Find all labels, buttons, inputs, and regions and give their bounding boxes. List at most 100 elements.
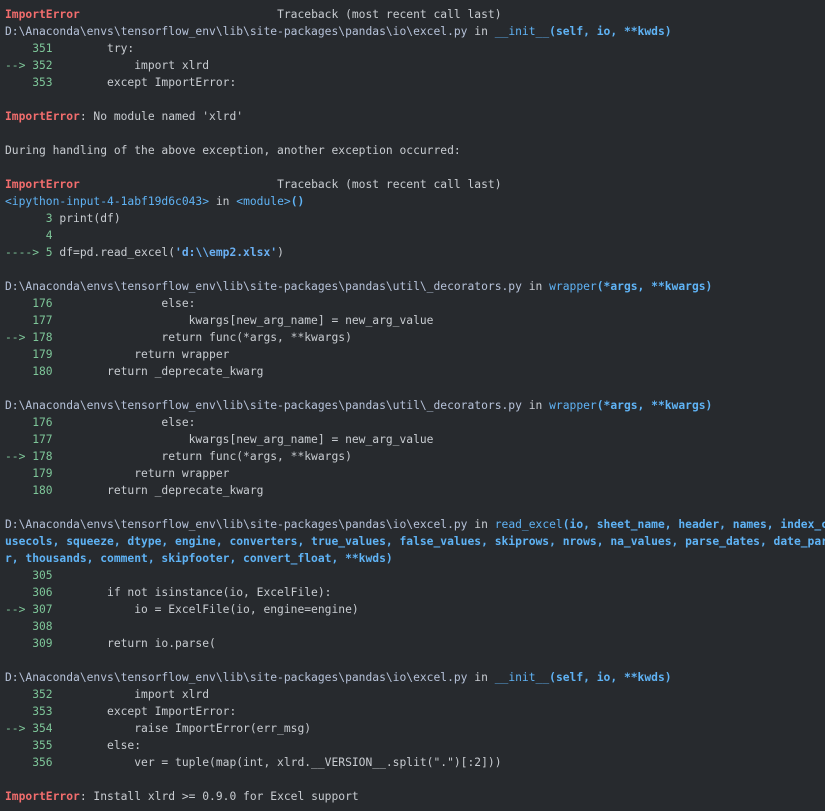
file-path: D:\Anaconda\envs\tensorflow_env\lib\site… — [5, 518, 468, 531]
file-path: D:\Anaconda\envs\tensorflow_env\lib\site… — [5, 671, 468, 684]
code-line: 309 return io.parse( — [0, 635, 825, 652]
file-path: D:\Anaconda\envs\tensorflow_env\lib\site… — [5, 280, 522, 293]
function-args-continued: usecols, squeeze, dtype, engine, convert… — [5, 535, 825, 548]
code-text: kwargs[new_arg_name] = new_arg_value — [52, 433, 434, 446]
line-number: 180 — [5, 365, 53, 378]
code-text: raise ImportError(err_msg) — [52, 722, 312, 735]
line-number: 305 — [5, 569, 53, 582]
code-line: 308 — [0, 618, 825, 635]
function-args-continued: r, thousands, comment, skipfooter, conve… — [5, 552, 393, 565]
frame-location: D:\Anaconda\envs\tensorflow_env\lib\site… — [0, 516, 825, 533]
code-line: 351 try: — [0, 40, 825, 57]
frame-location: <ipython-input-4-1abf19d6c043> in <modul… — [5, 195, 305, 208]
line-number: 3 — [5, 212, 53, 225]
code-text: except ImportError: — [52, 76, 237, 89]
code-line: 177 kwargs[new_arg_name] = new_arg_value — [0, 431, 825, 448]
code-text: print(df) — [52, 212, 121, 225]
line-number: 176 — [5, 297, 53, 310]
line-number: 180 — [5, 484, 53, 497]
traceback-header: ImportError Traceback (most recent call … — [0, 176, 825, 193]
code-text: return _deprecate_kwarg — [52, 365, 264, 378]
line-number: --> 178 — [5, 450, 53, 463]
code-line: 3 print(df) — [0, 210, 825, 227]
code-text: return wrapper — [52, 467, 230, 480]
line-number: 309 — [5, 637, 53, 650]
line-number: --> 178 — [5, 331, 53, 344]
function-args: (self, io, **kwds) — [549, 25, 672, 38]
code-line: 352 import xlrd — [0, 686, 825, 703]
frame-location: D:\Anaconda\envs\tensorflow_env\lib\site… — [5, 399, 713, 412]
during-handling-message: During handling of the above exception, … — [5, 144, 461, 157]
code-text: return wrapper — [52, 348, 230, 361]
code-text: return func(*args, **kwargs) — [52, 331, 352, 344]
code-line-current: --> 354 raise ImportError(err_msg) — [0, 720, 825, 737]
function-name: wrapper — [549, 399, 597, 412]
line-number: 306 — [5, 586, 53, 599]
code-line-current: --> 352 import xlrd — [0, 57, 825, 74]
code-line: 353 except ImportError: — [0, 74, 825, 91]
code-line: 180 return _deprecate_kwarg — [0, 482, 825, 499]
function-args: (self, io, **kwds) — [549, 671, 672, 684]
line-number: 177 — [5, 314, 53, 327]
frame-location: D:\Anaconda\envs\tensorflow_env\lib\site… — [5, 671, 672, 684]
code-line-current: --> 178 return func(*args, **kwargs) — [0, 329, 825, 346]
code-text: import xlrd — [52, 688, 210, 701]
line-number: 352 — [5, 688, 53, 701]
line-number: 4 — [5, 229, 53, 242]
final-error-message: ImportError: Install xlrd >= 0.9.0 for E… — [0, 788, 825, 805]
code-line: 179 return wrapper — [0, 465, 825, 482]
function-name: wrapper — [549, 280, 597, 293]
code-line: 353 except ImportError: — [0, 703, 825, 720]
code-line: 306 if not isinstance(io, ExcelFile): — [0, 584, 825, 601]
traceback-header: ImportError Traceback (most recent call … — [0, 6, 825, 23]
line-number: 179 — [5, 467, 53, 480]
function-name: read_excel — [494, 518, 563, 531]
function-args: (*args, **kwargs) — [596, 280, 713, 293]
file-path: D:\Anaconda\envs\tensorflow_env\lib\site… — [5, 399, 522, 412]
error-message: ImportError: No module named 'xlrd' — [0, 108, 825, 125]
line-number: 353 — [5, 76, 53, 89]
code-text: if not isinstance(io, ExcelFile): — [52, 586, 332, 599]
code-text: return io.parse( — [52, 637, 216, 650]
code-line: 179 return wrapper — [0, 346, 825, 363]
code-line-current: ----> 5 df=pd.read_excel('d:\\emp2.xlsx'… — [5, 246, 284, 259]
error-name: ImportError — [5, 790, 80, 803]
traceback-label: Traceback (most recent call last) — [79, 178, 502, 191]
function-name: <module> — [236, 195, 291, 208]
function-name: __init__ — [494, 25, 550, 38]
error-name: ImportError — [5, 178, 80, 191]
file-path: <ipython-input-4-1abf19d6c043> — [5, 195, 210, 208]
line-number: 355 — [5, 739, 53, 752]
code-text: except ImportError: — [52, 705, 237, 718]
error-name: ImportError — [5, 8, 80, 21]
code-line: 355 else: — [0, 737, 825, 754]
code-text: import xlrd — [52, 59, 210, 72]
frame-location: D:\Anaconda\envs\tensorflow_env\lib\site… — [5, 280, 713, 293]
code-line: 177 kwargs[new_arg_name] = new_arg_value — [0, 312, 825, 329]
line-number: 177 — [5, 433, 53, 446]
line-number: --> 354 — [5, 722, 53, 735]
code-line-current: --> 178 return func(*args, **kwargs) — [0, 448, 825, 465]
code-text: try: — [52, 42, 135, 55]
function-args: () — [290, 195, 305, 208]
line-number: 351 — [5, 42, 53, 55]
code-text: df=pd.read_excel( — [52, 246, 176, 259]
error-name: ImportError — [5, 110, 80, 123]
file-path: D:\Anaconda\envs\tensorflow_env\lib\site… — [5, 25, 468, 38]
function-args: (io, sheet_name, header, names, index_co… — [562, 518, 825, 531]
line-number: 176 — [5, 416, 53, 429]
function-name: __init__ — [494, 671, 550, 684]
line-number: ----> 5 — [5, 246, 53, 259]
code-line: 356 ver = tuple(map(int, xlrd.__VERSION_… — [0, 754, 825, 771]
line-number: --> 307 — [5, 603, 53, 616]
code-text: return _deprecate_kwarg — [52, 484, 264, 497]
traceback-label: Traceback (most recent call last) — [79, 8, 502, 21]
code-text: else: — [52, 416, 196, 429]
code-line: 180 return _deprecate_kwarg — [0, 363, 825, 380]
